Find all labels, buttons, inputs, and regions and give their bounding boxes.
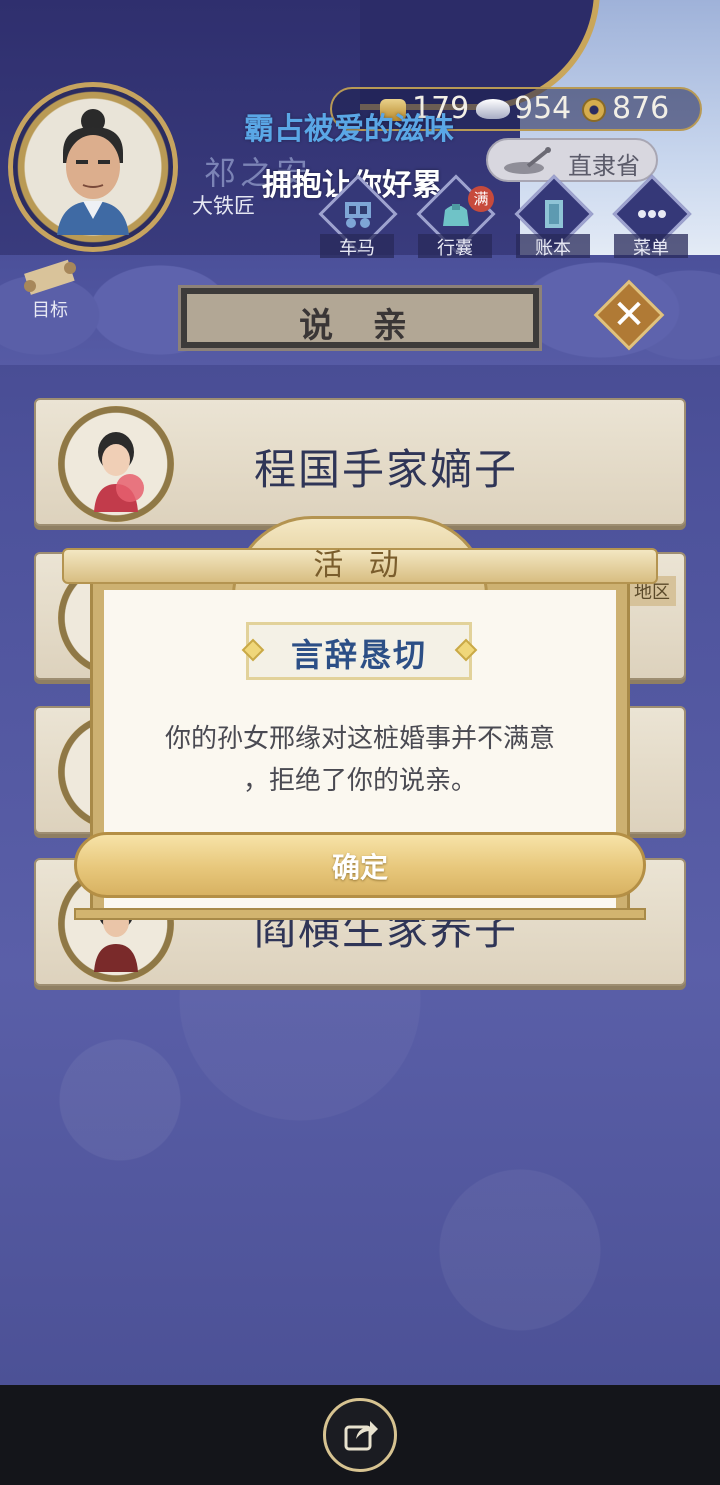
share-icon <box>344 1421 378 1451</box>
modal-subtitle: 言辞恳切 <box>290 636 427 674</box>
confirm-button-label[interactable]: 确定 <box>74 846 646 886</box>
modal-header: 活 动 <box>313 548 407 583</box>
modal-footer <box>74 908 646 920</box>
modal-message: 你的孙女邢缘对这桩婚事并不满意 ，拒绝了你的说亲。 <box>130 718 590 802</box>
modal-message-line2: ，拒绝了你的说亲。 <box>242 766 477 796</box>
modal-message-line1: 你的孙女邢缘对这桩婚事并不满意 <box>164 724 555 754</box>
share-button[interactable] <box>323 1398 397 1472</box>
